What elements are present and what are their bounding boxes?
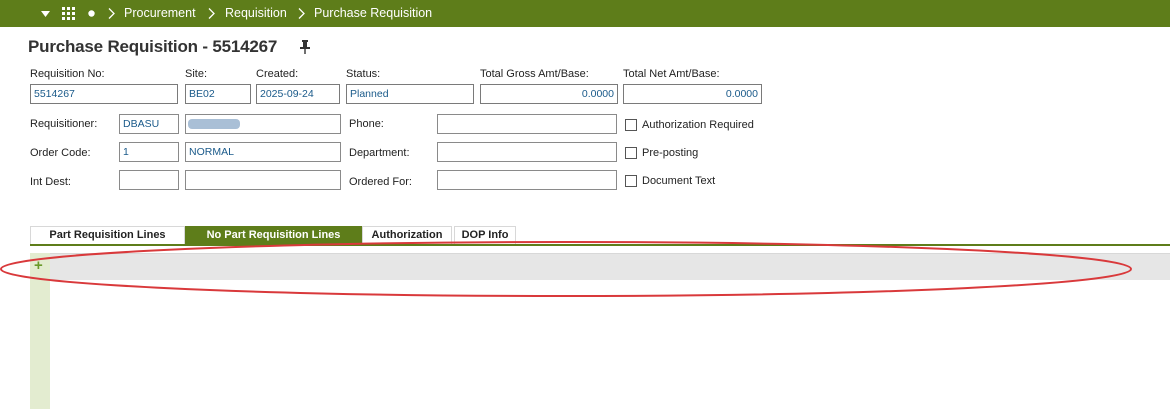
total-net-label: Total Net Amt/Base: [623, 68, 720, 80]
total-gross-label: Total Gross Amt/Base: [480, 68, 589, 80]
pre-posting-label: Pre-posting [642, 147, 699, 159]
chevron-right-icon [206, 0, 216, 27]
phone-field[interactable] [437, 114, 617, 134]
chevron-right-icon [296, 0, 306, 27]
requisitioner-label: Requisitioner: [30, 118, 98, 130]
breadcrumb-purchase-requisition[interactable]: Purchase Requisition [314, 0, 432, 27]
menu-dropdown-icon[interactable] [38, 0, 52, 27]
site-label: Site: [185, 68, 208, 80]
dot-icon[interactable] [86, 0, 96, 27]
page-title: Purchase Requisition - 5514267 [28, 37, 278, 56]
breadcrumb-procurement[interactable]: Procurement [124, 0, 196, 27]
authorization-required-label: Authorization Required [642, 119, 754, 131]
pin-icon[interactable] [298, 39, 312, 55]
total-gross-field[interactable]: 0.0000 [480, 84, 618, 104]
int-dest-label: Int Dest: [30, 176, 71, 188]
authorization-required-checkbox[interactable] [625, 119, 637, 131]
pre-posting-checkbox[interactable] [625, 147, 637, 159]
redacted-name [188, 119, 240, 129]
requisitioner-id-field[interactable]: DBASU [119, 114, 179, 134]
phone-label: Phone: [349, 118, 384, 130]
created-field[interactable]: 2025-09-24 [256, 84, 340, 104]
order-code-field[interactable]: 1 [119, 142, 179, 162]
department-label: Department: [349, 147, 410, 159]
document-text-label: Document Text [642, 175, 716, 187]
status-field[interactable]: Planned [346, 84, 474, 104]
total-net-field[interactable]: 0.0000 [623, 84, 762, 104]
document-text-checkbox[interactable] [625, 175, 637, 187]
ordered-for-label: Ordered For: [349, 176, 412, 188]
top-navigation-bar: Procurement Requisition Purchase Requisi… [0, 0, 1170, 27]
requisitioner-name-field[interactable] [185, 114, 341, 134]
site-field[interactable]: BE02 [185, 84, 251, 104]
status-label: Status: [346, 68, 381, 80]
apps-grid-icon[interactable] [60, 0, 76, 27]
breadcrumb-requisition[interactable]: Requisition [225, 0, 287, 27]
created-label: Created: [256, 68, 299, 80]
department-field[interactable] [437, 142, 617, 162]
int-dest-field[interactable] [119, 170, 179, 190]
ordered-for-field[interactable] [437, 170, 617, 190]
requisition-no-label: Requisition No: [30, 68, 105, 80]
int-dest-description-field[interactable] [185, 170, 341, 190]
chevron-right-icon [106, 0, 116, 27]
order-code-description-field[interactable]: NORMAL [185, 142, 341, 162]
annotation-ellipse [0, 241, 1132, 297]
requisition-no-field[interactable]: 5514267 [30, 84, 178, 104]
order-code-label: Order Code: [30, 147, 91, 159]
